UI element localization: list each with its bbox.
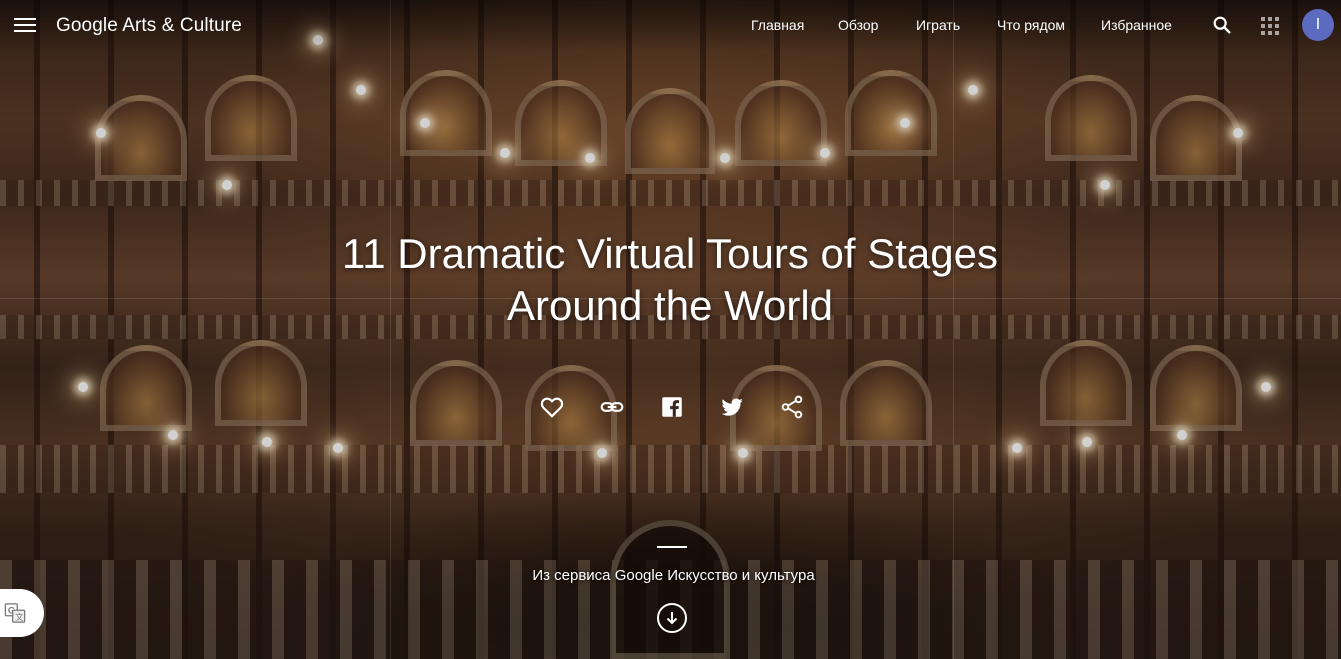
nav-link-play[interactable]: Играть <box>916 17 960 33</box>
title-line-2: Around the World <box>506 282 834 329</box>
apps-grid-icon[interactable] <box>1261 17 1279 35</box>
nav-link-explore[interactable]: Обзор <box>838 17 878 33</box>
translate-icon: G 文 <box>4 603 26 623</box>
nav-link-nearby[interactable]: Что рядом <box>997 17 1065 33</box>
search-icon[interactable] <box>1211 14 1233 36</box>
facebook-icon[interactable] <box>659 394 685 420</box>
share-icon[interactable] <box>779 394 805 420</box>
copy-link-icon[interactable] <box>599 394 625 420</box>
site-logo[interactable]: Google Arts & Culture <box>56 15 242 37</box>
nav-link-favorites[interactable]: Избранное <box>1101 17 1172 33</box>
title-line-1: 11 Dramatic Virtual Tours of Stages <box>342 230 998 277</box>
top-app-bar: Google Arts & Culture Главная Обзор Игра… <box>0 0 1341 52</box>
divider <box>657 546 687 548</box>
page-title: 11 Dramatic Virtual Tours of Stages Arou… <box>270 228 1070 332</box>
scroll-down-arrow-icon[interactable] <box>657 603 687 633</box>
svg-text:文: 文 <box>15 612 23 622</box>
nav-link-home[interactable]: Главная <box>751 17 804 33</box>
twitter-icon[interactable] <box>719 394 745 420</box>
favorite-heart-icon[interactable] <box>539 394 565 420</box>
menu-icon[interactable] <box>14 15 36 35</box>
account-avatar[interactable]: I <box>1302 9 1334 41</box>
source-attribution: Из сервиса Google Искусство и культура <box>532 567 815 584</box>
